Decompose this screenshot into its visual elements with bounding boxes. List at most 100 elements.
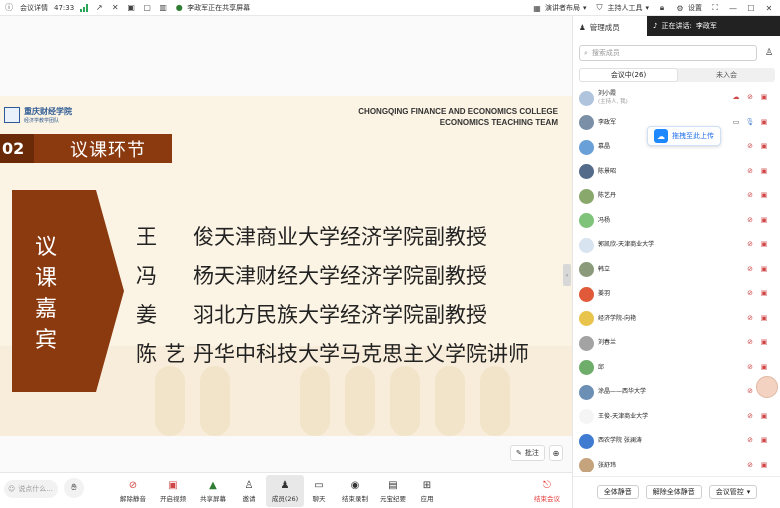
- raise-hand-button[interactable]: ✋︎: [64, 478, 84, 498]
- mic-muted-icon[interactable]: ⊘: [745, 460, 755, 470]
- now-speaking-bar: ♪ 正在讲话: 李政军: [647, 16, 780, 36]
- mic-on-icon[interactable]: 🎙︎: [745, 117, 755, 127]
- camera-off-icon[interactable]: ▣: [759, 288, 769, 298]
- mic-muted-icon[interactable]: ⊘: [745, 313, 755, 323]
- mic-off-icon[interactable]: ✕: [110, 3, 120, 13]
- tab-in-meeting[interactable]: 会议中(26): [579, 68, 678, 82]
- mic-muted-icon[interactable]: ⊘: [745, 92, 755, 102]
- add-user-icon[interactable]: ♙: [763, 47, 775, 59]
- unmute-all-button[interactable]: 解除全体静音: [645, 484, 702, 499]
- member-name: 涂晶——西华大学: [598, 388, 647, 396]
- unmute-button[interactable]: ⊘ 解除静音: [114, 475, 152, 507]
- camera-off-icon[interactable]: ▣: [759, 166, 769, 176]
- end-meeting-button[interactable]: ⎋ 结束会议: [528, 475, 566, 507]
- member-row[interactable]: 陈艺丹 ⊘ ▣: [573, 184, 780, 209]
- member-search-input[interactable]: ⌕ 搜索成员: [579, 45, 757, 61]
- info-icon[interactable]: ⓘ: [4, 3, 14, 13]
- members-button[interactable]: ♟ 成员(26): [266, 475, 304, 507]
- camera-off-icon[interactable]: ▣: [759, 215, 769, 225]
- meeting-control-button[interactable]: 会议管控 ▾: [708, 484, 758, 499]
- member-row[interactable]: 陈景昭 ⊘ ▣: [573, 160, 780, 185]
- camera-off-icon[interactable]: ▣: [759, 141, 769, 151]
- fullscreen-icon[interactable]: ⛶: [710, 3, 720, 13]
- tool-label: 共享屏幕: [200, 495, 226, 503]
- member-row[interactable]: 西农学院 张澜涛 ⊘ ▣: [573, 429, 780, 454]
- mic-muted-icon[interactable]: ⊘: [745, 166, 755, 176]
- shield-icon: ⛉: [596, 3, 603, 12]
- share-screen-button[interactable]: ▲ 共享屏幕: [194, 475, 232, 507]
- mic-muted-icon[interactable]: ⊘: [745, 215, 755, 225]
- apps-icon: ⊞: [422, 479, 432, 491]
- camera-off-icon[interactable]: ▣: [759, 92, 769, 102]
- apps-button[interactable]: ⊞ 应用: [408, 475, 446, 507]
- layout-menu[interactable]: ▦ 演讲者布局 ▾: [532, 3, 586, 13]
- mic-muted-icon[interactable]: ⊘: [745, 362, 755, 372]
- close-icon[interactable]: ✕: [764, 3, 774, 13]
- mic-muted-icon[interactable]: ⊘: [745, 337, 755, 347]
- camera-off-icon[interactable]: ▣: [759, 435, 769, 445]
- chat-quick-input[interactable]: ☺ 说点什么...: [4, 480, 58, 498]
- chat-off-icon[interactable]: ▢: [142, 3, 152, 13]
- member-row[interactable]: 邱 ⊘ ▣: [573, 356, 780, 381]
- member-status-icons: ⊘▣: [745, 435, 769, 445]
- tab-not-joined[interactable]: 未入会: [678, 68, 775, 82]
- member-name: 郭凯欣-天津商业大学: [598, 241, 655, 249]
- minimize-icon[interactable]: —: [728, 3, 738, 13]
- collapse-panel-handle[interactable]: ‹: [563, 264, 571, 286]
- upload-tip[interactable]: ☁ 拖拽至此上传: [647, 126, 721, 146]
- member-status-icons: ⊘▣: [745, 411, 769, 421]
- share-status[interactable]: ● 李政军正在共享屏幕: [174, 3, 251, 13]
- member-row[interactable]: 刘小霞 (主持人, 我) ☁ ⊘ ▣: [573, 86, 780, 111]
- camera-off-icon[interactable]: ▣: [759, 411, 769, 421]
- chat-button[interactable]: ▭ 聊天: [300, 475, 338, 507]
- assistant-avatar[interactable]: [756, 376, 778, 398]
- member-name: 冯杨: [598, 216, 611, 224]
- member-status-icons: ⊘▣: [745, 166, 769, 176]
- settings-button[interactable]: ⚙ 设置: [675, 3, 702, 13]
- meeting-info-label[interactable]: 会议详情: [20, 3, 48, 13]
- camera-off-icon[interactable]: ▣: [759, 337, 769, 347]
- member-row[interactable]: 姜羽 ⊘ ▣: [573, 282, 780, 307]
- member-row[interactable]: 王俊-天津商业大学 ⊘ ▣: [573, 405, 780, 430]
- mute-all-button[interactable]: 全体静音: [596, 484, 639, 499]
- share-off-icon[interactable]: ▥: [158, 3, 168, 13]
- gear-icon: ⚙: [676, 3, 684, 13]
- camera-off-icon[interactable]: ▣: [126, 3, 136, 13]
- member-row[interactable]: 郭凯欣-天津商业大学 ⊘ ▣: [573, 233, 780, 258]
- mic-muted-icon[interactable]: ⊘: [745, 435, 755, 445]
- camera-off-icon[interactable]: ▣: [759, 239, 769, 249]
- meeting-minutes-button[interactable]: ▤ 元宝纪要: [374, 475, 412, 507]
- mic-muted-icon[interactable]: ⊘: [745, 386, 755, 396]
- camera-off-icon[interactable]: ▣: [759, 362, 769, 372]
- camera-off-icon[interactable]: ▣: [759, 117, 769, 127]
- mic-muted-icon[interactable]: ⊘: [745, 239, 755, 249]
- camera-off-icon[interactable]: ▣: [759, 264, 769, 274]
- members-icon: ♟: [280, 479, 290, 491]
- avatar: [579, 433, 594, 449]
- avatar: [579, 384, 594, 400]
- invite-button[interactable]: ♙ 邀请: [230, 475, 268, 507]
- mic-muted-icon[interactable]: ⊘: [745, 141, 755, 151]
- member-row[interactable]: 冯杨 ⊘ ▣: [573, 209, 780, 234]
- stop-recording-button[interactable]: ◉ 结束录制: [336, 475, 374, 507]
- member-row[interactable]: 刘春兰 ⊘ ▣: [573, 331, 780, 356]
- host-tools-menu[interactable]: ⛉ 主持人工具 ▾: [594, 3, 649, 13]
- member-row[interactable]: 涂晶——西华大学⊘▣: [573, 380, 780, 405]
- camera-off-icon[interactable]: ▣: [759, 313, 769, 323]
- mic-muted-icon[interactable]: ⊘: [745, 411, 755, 421]
- logo-subtitle: 经济学教学团队: [24, 118, 60, 124]
- camera-off-icon[interactable]: ▣: [759, 460, 769, 470]
- member-row[interactable]: 韩立 ⊘ ▣: [573, 258, 780, 283]
- mic-muted-icon[interactable]: ⊘: [745, 288, 755, 298]
- member-row[interactable]: 经济学院-向艳 ⊘ ▣: [573, 307, 780, 332]
- start-video-button[interactable]: ▣ 开启视频: [154, 475, 192, 507]
- zoom-button[interactable]: ⊕: [549, 445, 563, 461]
- mic-muted-icon[interactable]: ⊘: [745, 264, 755, 274]
- camera-off-icon[interactable]: ▣: [759, 190, 769, 200]
- popout-icon[interactable]: ↗: [94, 3, 104, 13]
- lock-icon[interactable]: 🔒︎: [657, 3, 667, 13]
- mic-muted-icon[interactable]: ⊘: [745, 190, 755, 200]
- annotate-button[interactable]: ✎ 批注: [510, 445, 545, 461]
- maximize-icon[interactable]: ☐: [746, 3, 756, 13]
- member-row[interactable]: 张舒玮 ⊘ ▣: [573, 454, 780, 472]
